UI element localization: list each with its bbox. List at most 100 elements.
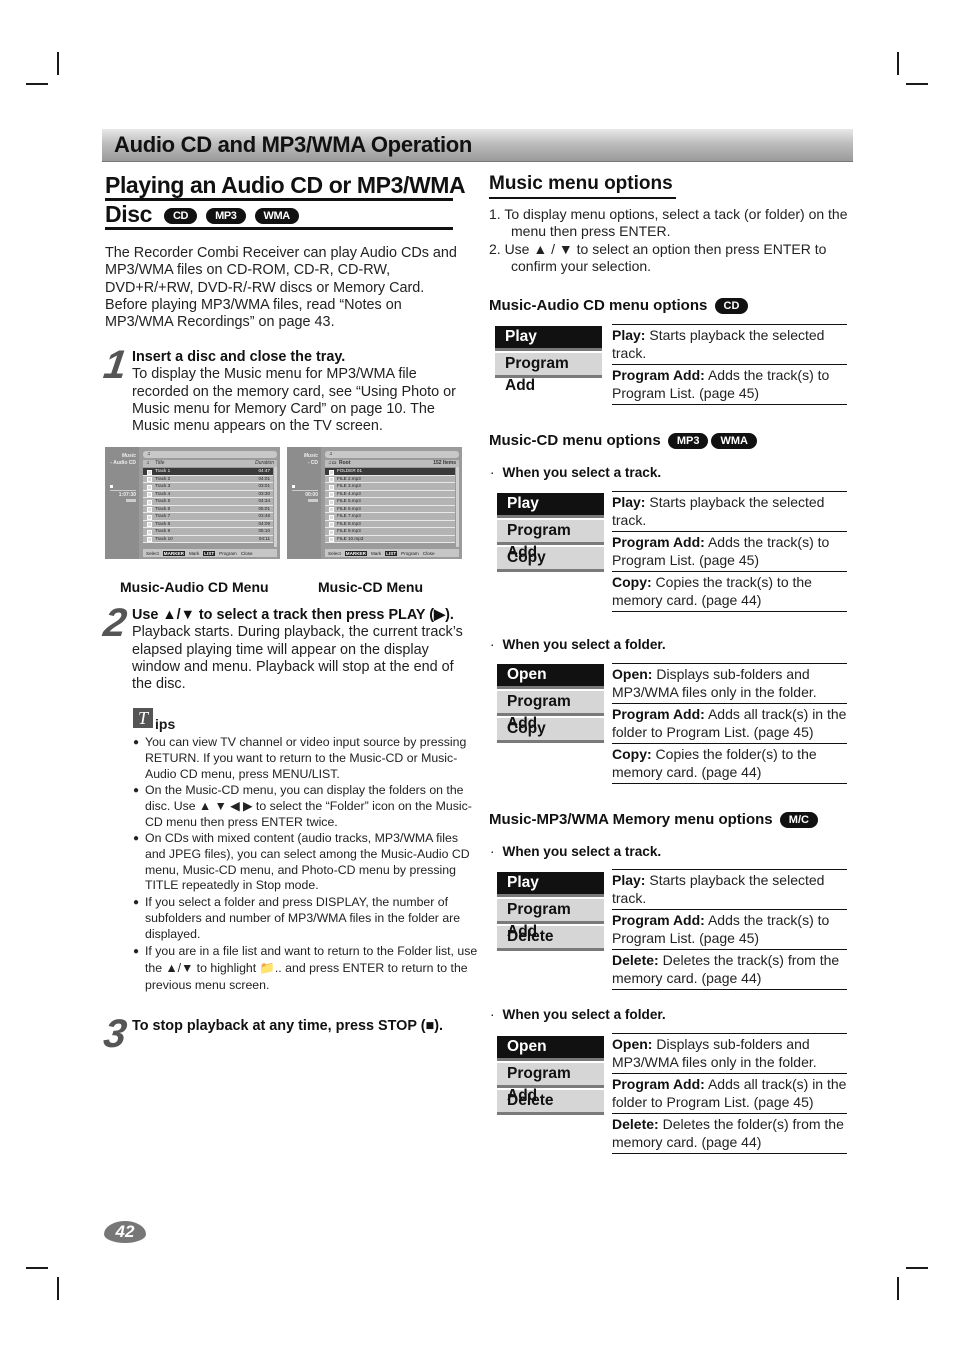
condition-text: When you select a folder. <box>502 637 666 652</box>
tips-icon: T <box>133 708 153 728</box>
file-row[interactable]: FILE 6.mp3 <box>325 505 455 513</box>
track-row[interactable]: Track 10 04:11 <box>143 535 273 543</box>
page-title-disc: Disc <box>105 201 152 227</box>
menu-option-program-add[interactable]: Program Add <box>497 1063 604 1104</box>
file-row[interactable]: FILE 8.mp3 <box>325 520 455 528</box>
file-row[interactable]: FILE 3.mp3 <box>325 483 455 491</box>
file-row[interactable]: FILE 5.mp3 <box>325 498 455 506</box>
menu-option-play[interactable]: Play <box>497 493 604 518</box>
step-3: To stop playback at any time, press STOP… <box>132 1018 470 1035</box>
track-row[interactable]: Track 4 03:30 <box>143 490 273 498</box>
track-name: Track 1 <box>155 468 171 473</box>
menu-option-delete[interactable]: Delete <box>497 1090 604 1115</box>
checkbox-icon[interactable] <box>329 537 334 542</box>
track-name: Track 7 <box>155 513 171 518</box>
file-row[interactable]: FILE 10.mp3 <box>325 535 455 543</box>
file-row[interactable]: FILE 7.mp3 <box>325 513 455 521</box>
checkbox-icon[interactable] <box>147 484 152 490</box>
instruction-1: 1. To display menu options, select a tac… <box>489 206 848 239</box>
page-title-line1: Playing an Audio CD or MP3/WMA <box>105 172 466 198</box>
track-row[interactable]: Track 9 05:10 <box>143 528 273 536</box>
file-name: FILE 9.mp3 <box>337 528 361 533</box>
step-number-3: 3 <box>100 1012 128 1056</box>
file-name: FILE 4.mp3 <box>337 490 361 496</box>
section-banner: Audio CD and MP3/WMA Operation <box>102 129 853 162</box>
checkbox-icon[interactable] <box>147 492 152 497</box>
track-duration: 05:10 <box>258 528 271 533</box>
badge-cd: CD <box>163 207 198 224</box>
option-term: Program Add: <box>612 1076 705 1092</box>
file-row[interactable]: FILE 2.mp3 <box>325 475 455 483</box>
checkbox-icon[interactable] <box>329 507 334 512</box>
file-row[interactable]: FILE 9.mp3 <box>325 528 455 536</box>
checkbox-icon[interactable] <box>329 484 334 490</box>
track-row[interactable]: Track 7 03:48 <box>143 513 273 521</box>
checkbox-icon[interactable] <box>147 514 152 520</box>
track-row[interactable]: Track 6 05:01 <box>143 505 273 513</box>
screen-footer: Select MARKER Mark LIST Program Close <box>325 549 459 557</box>
menu-option-copy[interactable]: Copy <box>497 718 604 743</box>
track-duration: 04:01 <box>258 475 271 481</box>
checkbox-icon[interactable] <box>147 522 152 527</box>
checkbox-icon[interactable] <box>147 477 152 482</box>
menu-option-program-add[interactable]: Program Add <box>497 691 604 732</box>
footer-marker-key: MARKER <box>162 550 185 556</box>
crop-mark <box>26 1267 48 1269</box>
option-term: Program Add: <box>612 367 705 383</box>
checkbox-icon[interactable] <box>147 499 152 505</box>
file-name: FILE 7.mp3 <box>337 513 361 518</box>
track-row[interactable]: Track 2 04:01 <box>143 475 273 483</box>
crop-mark <box>57 52 59 75</box>
option-descriptions: Open: Displays sub-folders and MP3/WMA f… <box>612 663 847 784</box>
option-term: Copy: <box>612 574 652 590</box>
menu-option-play[interactable]: Play <box>497 872 604 897</box>
option-description: Program Add: Adds all track(s) in the fo… <box>612 1073 847 1113</box>
option-description: Delete: Deletes the track(s) from the me… <box>612 949 847 990</box>
track-row[interactable]: Track 1 04:47 <box>143 468 273 476</box>
folder-icon[interactable] <box>329 469 334 475</box>
track-duration: 04:34 <box>258 498 271 503</box>
checkbox-icon[interactable] <box>147 537 152 542</box>
screen-side-title: Music <box>121 453 136 459</box>
scrollbar[interactable] <box>456 467 459 547</box>
option-term: Play: <box>612 494 646 510</box>
checkbox-icon[interactable] <box>329 477 334 482</box>
checkbox-icon[interactable] <box>147 469 152 475</box>
menu-option-program-add[interactable]: Program Add <box>497 899 604 940</box>
checkbox-icon[interactable] <box>147 529 152 535</box>
track-row[interactable]: Track 8 04:09 <box>143 520 273 528</box>
track-duration: 03:48 <box>258 513 271 518</box>
menu-option-open[interactable]: Open <box>497 664 604 689</box>
track-name: Track 4 <box>155 490 171 496</box>
condition-text: When you select a folder. <box>502 1007 666 1022</box>
header-item-count: 152 Items <box>433 460 456 466</box>
checkbox-icon[interactable] <box>329 499 334 505</box>
menu-option-copy[interactable]: Copy <box>497 547 604 572</box>
checkbox-icon[interactable] <box>329 492 334 497</box>
menu-option-delete[interactable]: Delete <box>497 926 604 951</box>
folder-row[interactable]: FOLDER 01 <box>325 468 455 476</box>
option-description: Program Add: Adds the track(s) to Progra… <box>612 531 847 571</box>
play-indicator <box>126 499 136 502</box>
step-1-title: Insert a disc and close the tray. <box>132 349 346 365</box>
track-row[interactable]: Track 5 04:34 <box>143 498 273 506</box>
scrollbar[interactable] <box>274 467 277 547</box>
menu-option-program-add[interactable]: Program Add <box>497 520 604 561</box>
track-row[interactable]: Track 3 03:01 <box>143 483 273 491</box>
play-indicator <box>308 499 318 502</box>
menu-option-program-add[interactable]: Program Add <box>495 353 602 394</box>
option-term: Play: <box>612 327 646 343</box>
file-row[interactable]: FILE 4.mp3 <box>325 490 455 498</box>
section-title-music-menu-options: Music menu options <box>489 173 673 194</box>
checkbox-icon[interactable] <box>329 529 334 535</box>
section-heading-text: Music-MP3/WMA Memory menu options <box>489 811 773 828</box>
checkbox-icon[interactable] <box>329 522 334 527</box>
checkbox-icon[interactable] <box>147 507 152 512</box>
step-2-body: Playback starts. During playback, the cu… <box>132 624 463 693</box>
menu-option-open[interactable]: Open <box>497 1036 604 1061</box>
step-2-title: Use ▲/▼ to select a track then press PLA… <box>132 607 454 623</box>
checkbox-icon[interactable] <box>329 514 334 520</box>
screen-path-bar: ♫ <box>143 451 277 458</box>
menu-option-play[interactable]: Play <box>495 326 602 351</box>
badge-mc: M/C <box>779 812 818 829</box>
